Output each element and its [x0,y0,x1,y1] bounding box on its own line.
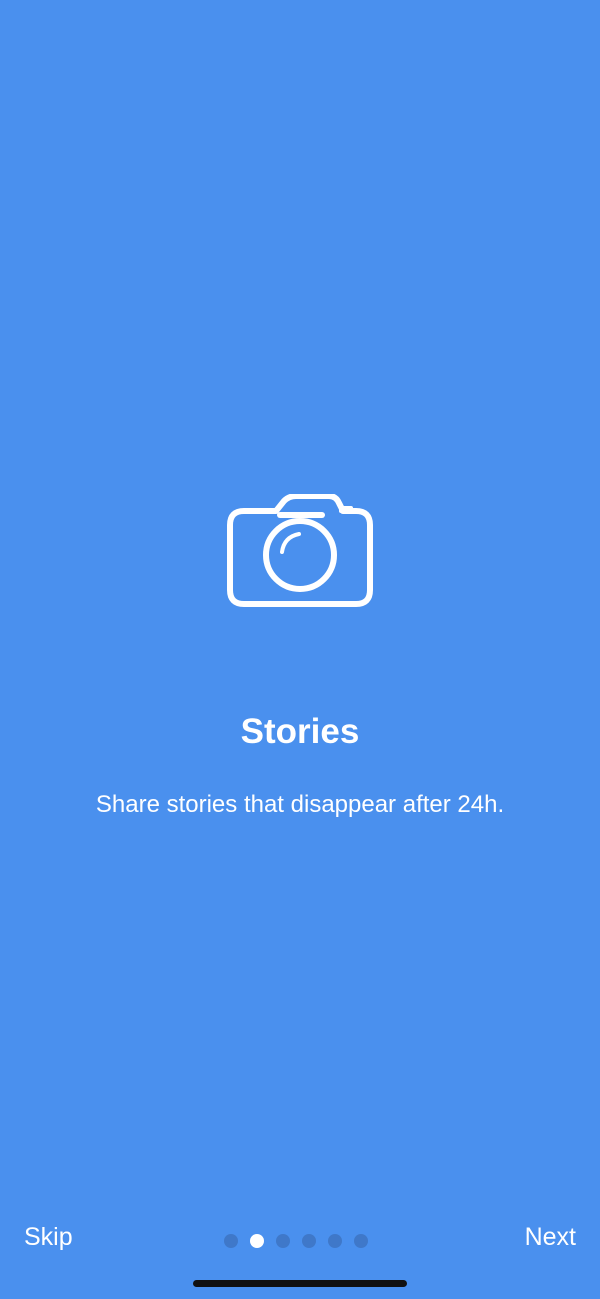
page-dot-4[interactable] [302,1234,316,1248]
onboarding-screen: Stories Share stories that disappear aft… [0,0,600,1299]
page-title: Stories [240,712,360,751]
home-indicator[interactable] [193,1280,407,1287]
page-dot-2[interactable] [250,1234,264,1248]
page-description: Share stories that disappear after 24h. [95,791,505,818]
page-indicator[interactable] [224,1233,376,1249]
page-dot-5[interactable] [328,1234,342,1248]
page-dot-1[interactable] [224,1234,238,1248]
next-button[interactable]: Next [525,1220,576,1254]
skip-button[interactable]: Skip [24,1220,73,1254]
page-dot-6[interactable] [354,1234,368,1248]
camera-icon [227,494,373,607]
page-dot-3[interactable] [276,1234,290,1248]
